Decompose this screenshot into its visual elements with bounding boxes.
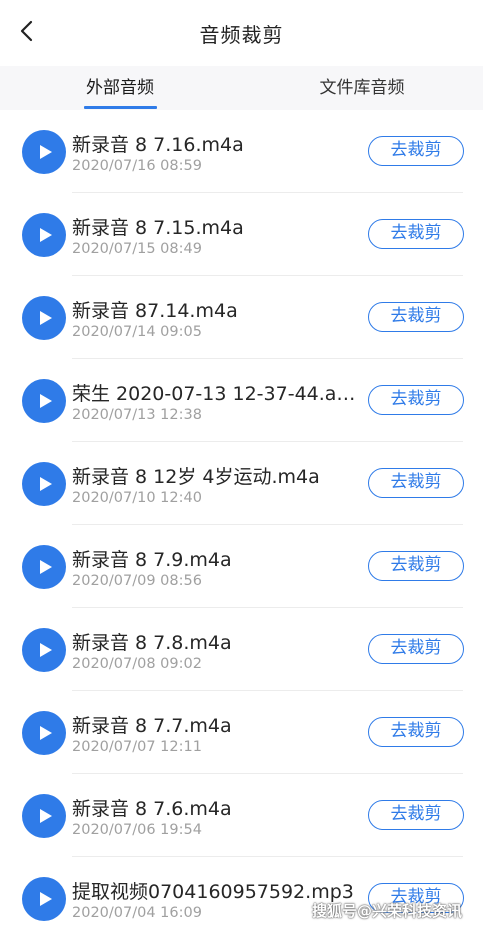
list-item: 新录音 8 12岁 4岁运动.m4a 2020/07/10 12:40 去裁剪 [0, 442, 483, 525]
file-name: 新录音 8 7.16.m4a [72, 134, 244, 156]
play-button[interactable] [22, 877, 66, 921]
file-date: 2020/07/06 19:54 [72, 822, 202, 838]
play-button[interactable] [22, 130, 66, 174]
file-date: 2020/07/07 12:11 [72, 739, 202, 755]
play-icon [40, 726, 52, 740]
tab-library-audio[interactable]: 文件库音频 [302, 66, 422, 110]
play-icon [40, 477, 52, 491]
play-button[interactable] [22, 794, 66, 838]
trim-button[interactable]: 去裁剪 [368, 302, 464, 332]
audio-trim-screen: 音频裁剪 外部音频 文件库音频 新录音 8 7.16.m4a 2020/07/1… [0, 0, 483, 930]
trim-button[interactable]: 去裁剪 [368, 136, 464, 166]
file-date: 2020/07/16 08:59 [72, 158, 202, 174]
page-title: 音频裁剪 [199, 23, 284, 47]
file-date: 2020/07/15 08:49 [72, 241, 202, 257]
file-name: 新录音 8 7.9.m4a [72, 549, 232, 571]
trim-button[interactable]: 去裁剪 [368, 468, 464, 498]
play-icon [40, 394, 52, 408]
list-item: 新录音 8 7.9.m4a 2020/07/09 08:56 去裁剪 [0, 525, 483, 608]
play-icon [40, 892, 52, 906]
list-item: 新录音 8 7.7.m4a 2020/07/07 12:11 去裁剪 [0, 691, 483, 774]
file-date: 2020/07/14 09:05 [72, 324, 202, 340]
play-button[interactable] [22, 379, 66, 423]
tab-external-audio[interactable]: 外部音频 [60, 66, 180, 110]
play-icon [40, 311, 52, 325]
file-date: 2020/07/08 09:02 [72, 656, 202, 672]
play-button[interactable] [22, 545, 66, 589]
play-button[interactable] [22, 628, 66, 672]
play-icon [40, 560, 52, 574]
file-date: 2020/07/09 08:56 [72, 573, 202, 589]
list-item: 新录音 8 7.16.m4a 2020/07/16 08:59 去裁剪 [0, 110, 483, 193]
file-date: 2020/07/04 16:09 [72, 905, 202, 921]
trim-button[interactable]: 去裁剪 [368, 219, 464, 249]
file-date: 2020/07/10 12:40 [72, 490, 202, 506]
file-name: 新录音 8 7.8.m4a [72, 632, 232, 654]
file-name: 新录音 8 7.7.m4a [72, 715, 232, 737]
play-icon [40, 809, 52, 823]
list-item: 新录音 8 7.15.m4a 2020/07/15 08:49 去裁剪 [0, 193, 483, 276]
tab-bar: 外部音频 文件库音频 [0, 66, 483, 110]
list-item: 新录音 8 7.8.m4a 2020/07/08 09:02 去裁剪 [0, 608, 483, 691]
trim-button[interactable]: 去裁剪 [368, 551, 464, 581]
trim-button[interactable]: 去裁剪 [368, 800, 464, 830]
trim-button[interactable]: 去裁剪 [368, 385, 464, 415]
list-item: 新录音 8 7.6.m4a 2020/07/06 19:54 去裁剪 [0, 774, 483, 857]
file-name: 新录音 8 12岁 4岁运动.m4a [72, 466, 320, 488]
play-button[interactable] [22, 213, 66, 257]
play-icon [40, 228, 52, 242]
play-button[interactable] [22, 711, 66, 755]
play-icon [40, 643, 52, 657]
play-button[interactable] [22, 296, 66, 340]
header: 音频裁剪 [0, 0, 483, 66]
list-item: 新录音 87.14.m4a 2020/07/14 09:05 去裁剪 [0, 276, 483, 359]
file-name: 荣生 2020-07-13 12-37-44.a… [72, 383, 356, 405]
file-date: 2020/07/13 12:38 [72, 407, 202, 423]
trim-button[interactable]: 去裁剪 [368, 717, 464, 747]
file-name: 新录音 8 7.15.m4a [72, 217, 244, 239]
list-item: 荣生 2020-07-13 12-37-44.a… 2020/07/13 12:… [0, 359, 483, 442]
watermark: 搜狐号@兴荣科技资讯 [312, 902, 463, 920]
file-name: 新录音 8 7.6.m4a [72, 798, 232, 820]
play-button[interactable] [22, 462, 66, 506]
play-icon [40, 145, 52, 159]
active-tab-indicator [84, 106, 157, 109]
file-name: 新录音 87.14.m4a [72, 300, 238, 322]
trim-button[interactable]: 去裁剪 [368, 634, 464, 664]
